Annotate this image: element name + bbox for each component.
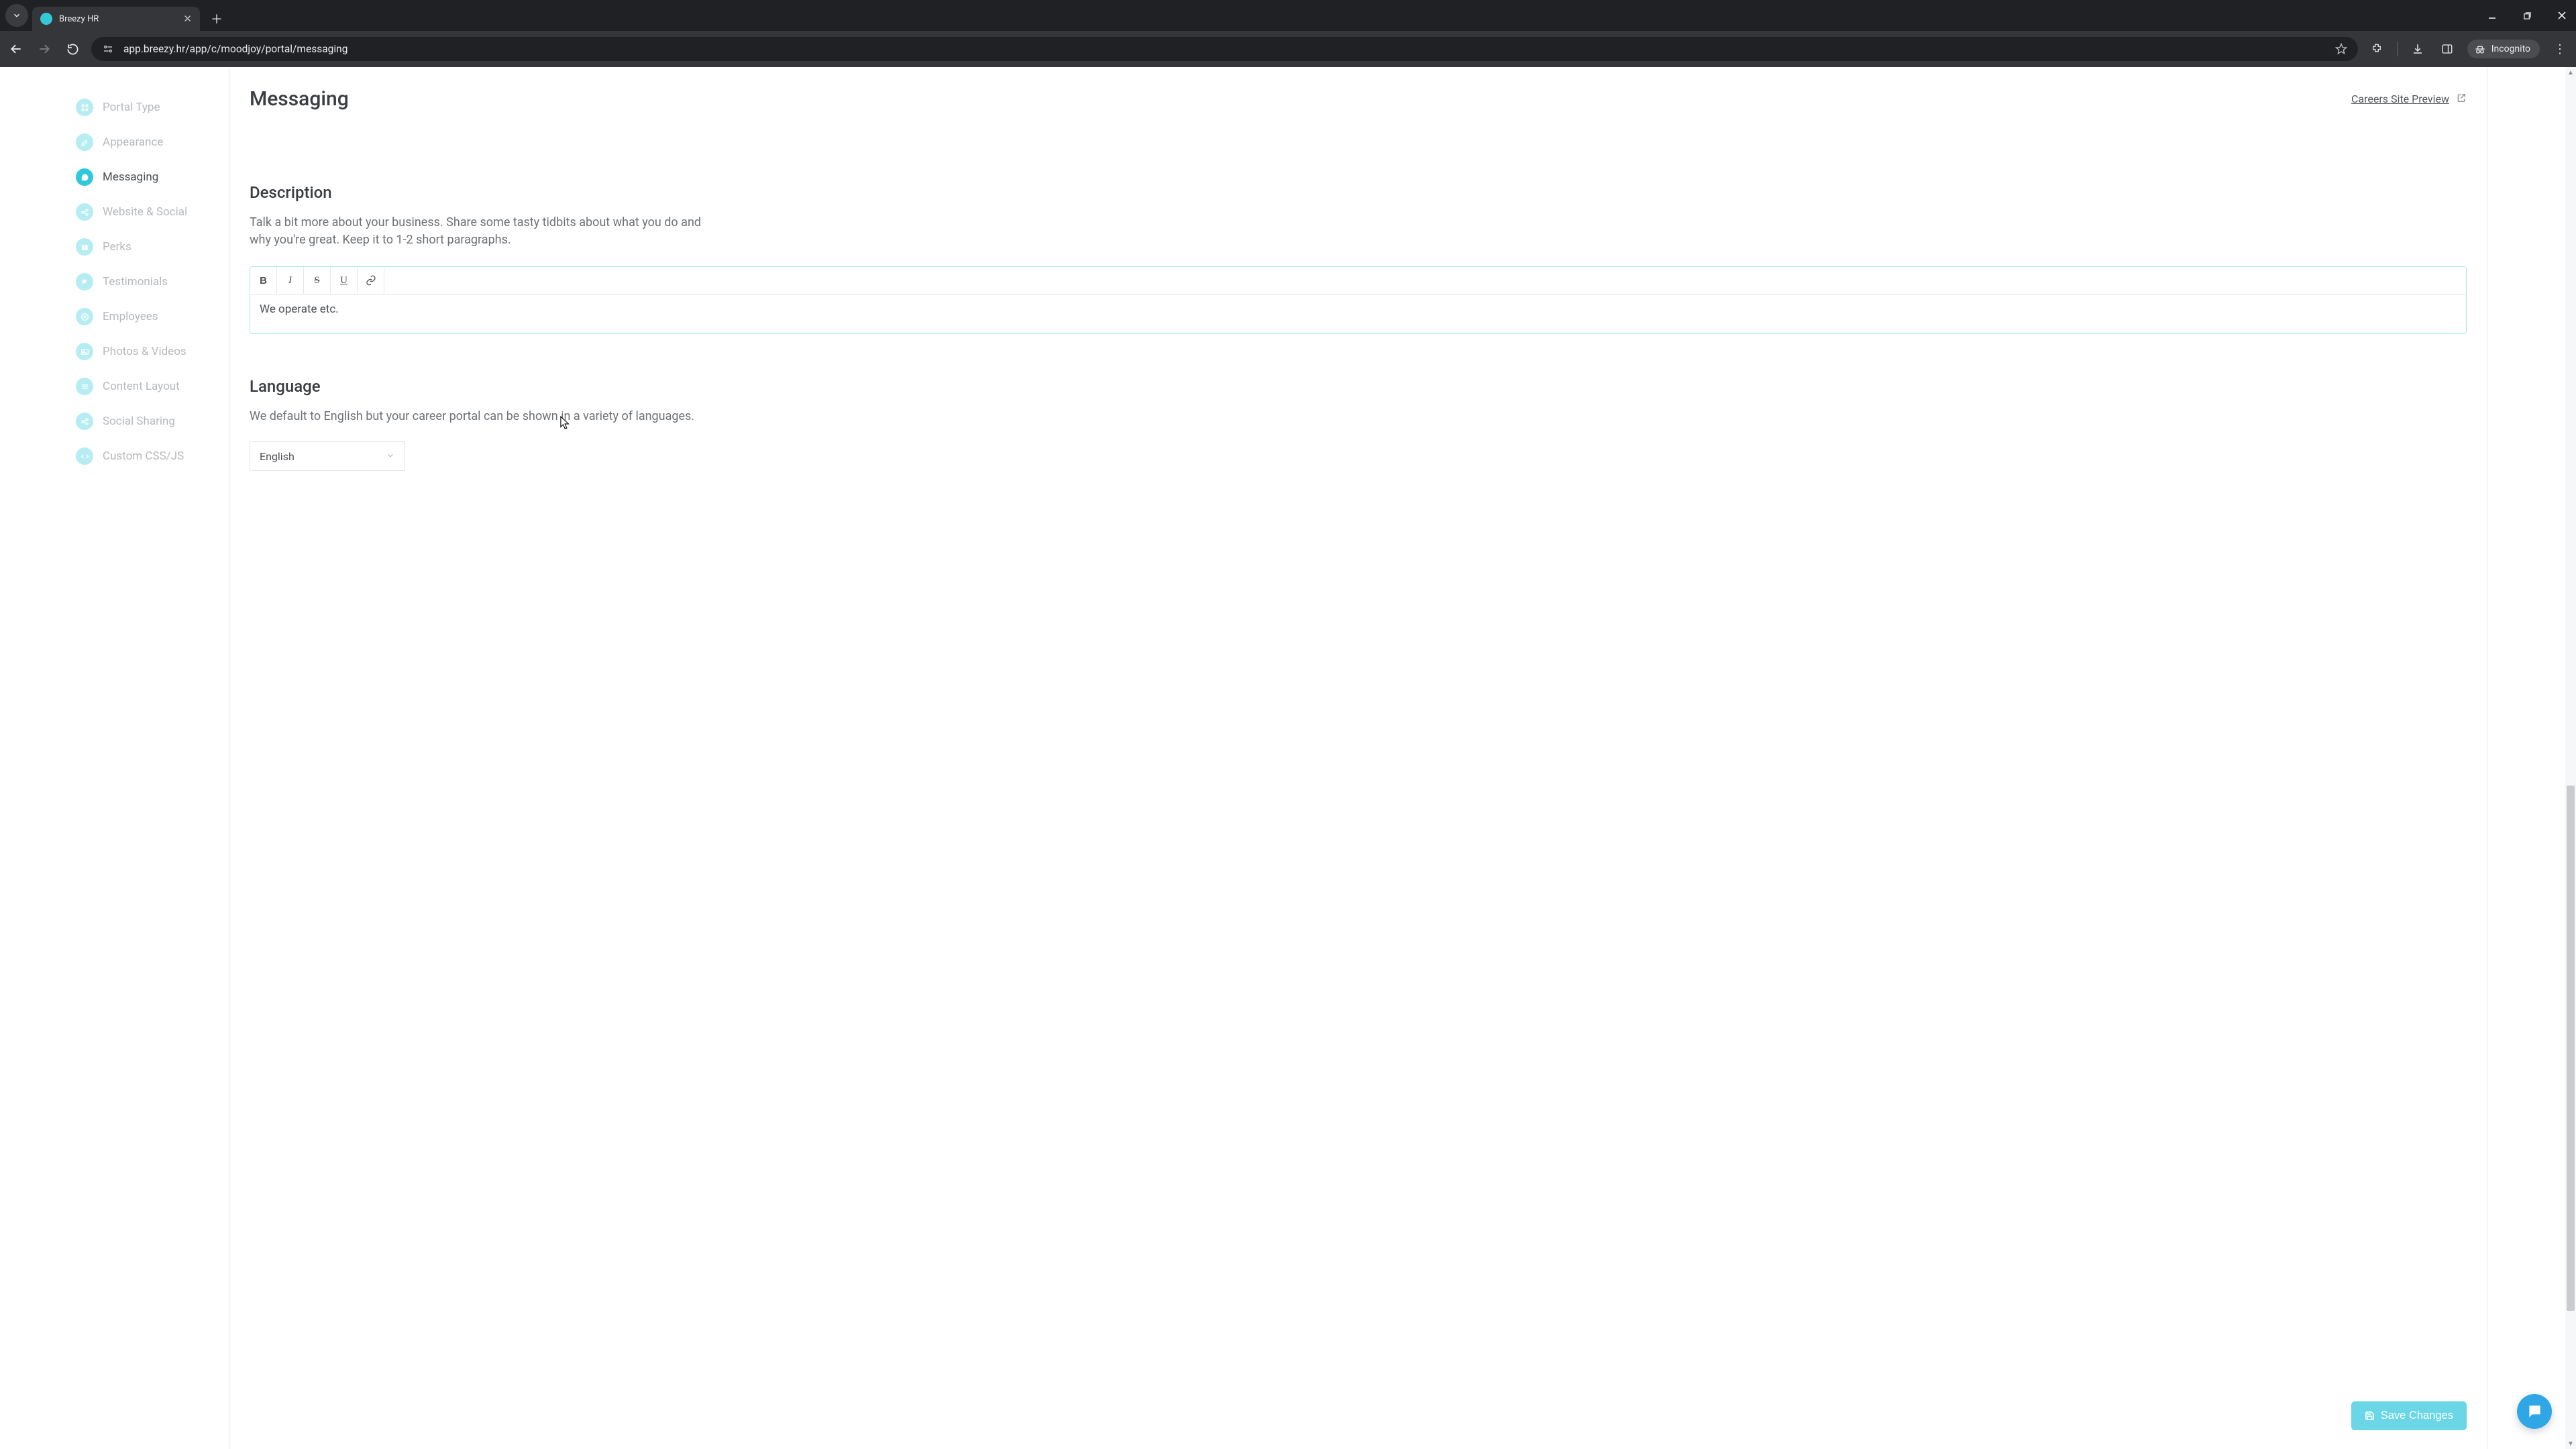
sidebar-item-portal-type[interactable]: Portal Type [76, 90, 229, 125]
sidebar-item-social-sharing[interactable]: Social Sharing [76, 404, 229, 439]
sidebar-item-custom-css-js[interactable]: Custom CSS/JS [76, 439, 229, 474]
toolbar-bold-button[interactable]: B [250, 267, 277, 294]
sidebar-item-appearance[interactable]: Appearance [76, 125, 229, 160]
description-editor: B I S U We operate etc. [250, 266, 2467, 334]
sidebar-item-label: Website & Social [103, 205, 187, 219]
incognito-chip[interactable]: Incognito [2467, 40, 2540, 58]
sidebar-item-perks[interactable]: Perks [76, 229, 229, 264]
tab-title: Breezy HR [59, 14, 99, 24]
portal-type-icon [76, 99, 93, 116]
tab-close-button[interactable]: ✕ [183, 13, 192, 25]
side-panel-icon[interactable] [2438, 40, 2457, 58]
help-chat-fab[interactable] [2517, 1394, 2552, 1429]
url-text: app.breezy.hr/app/c/moodjoy/portal/messa… [123, 43, 347, 55]
sidebar-item-label: Portal Type [103, 101, 160, 114]
sidebar-item-testimonials[interactable]: Testimonials [76, 264, 229, 299]
toolbar-link-button[interactable] [358, 267, 384, 294]
sidebar-item-label: Perks [103, 240, 131, 254]
incognito-label: Incognito [2491, 44, 2530, 54]
language-selected-value: English [260, 450, 294, 463]
description-heading: Description [250, 183, 2467, 202]
toolbar-underline-button[interactable]: U [331, 267, 358, 294]
save-icon [2365, 1411, 2375, 1421]
address-bar[interactable]: app.breezy.hr/app/c/moodjoy/portal/messa… [91, 37, 2358, 61]
external-link-icon [2456, 93, 2467, 106]
description-help-text: Talk a bit more about your business. Sha… [250, 214, 706, 249]
settings-sidebar: Portal Type Appearance Messaging Website… [76, 67, 229, 1449]
chat-icon [2526, 1403, 2543, 1420]
browser-tab[interactable]: Breezy HR ✕ [32, 7, 200, 31]
employees-icon [76, 308, 93, 325]
language-heading: Language [250, 377, 2467, 396]
save-button-label: Save Changes [2381, 1409, 2453, 1422]
description-textarea[interactable]: We operate etc. [250, 294, 2466, 333]
testimonials-icon [76, 273, 93, 290]
window-minimize-button[interactable] [2482, 5, 2502, 25]
scroll-up-arrow[interactable]: ▲ [2565, 67, 2576, 78]
appearance-icon [76, 133, 93, 151]
social-icon [76, 413, 93, 430]
window-maximize-button[interactable] [2517, 5, 2537, 25]
new-tab-button[interactable]: ＋ [207, 9, 227, 29]
perks-icon [76, 238, 93, 256]
language-select[interactable]: English [250, 441, 405, 471]
sidebar-item-photos-videos[interactable]: Photos & Videos [76, 334, 229, 369]
toolbar-separator [2397, 42, 2398, 56]
sidebar-item-label: Testimonials [103, 275, 168, 288]
photos-icon [76, 343, 93, 360]
editor-toolbar: B I S U [250, 267, 2466, 294]
page-title: Messaging [250, 87, 349, 111]
nav-back-button[interactable] [7, 40, 25, 58]
sidebar-item-website-social[interactable]: Website & Social [76, 195, 229, 229]
code-icon [76, 447, 93, 465]
sidebar-item-label: Content Layout [103, 380, 180, 393]
window-close-button[interactable] [2552, 5, 2572, 25]
bookmark-star-icon[interactable] [2334, 42, 2349, 56]
toolbar-strike-button[interactable]: S [304, 267, 331, 294]
careers-site-preview-link[interactable]: Careers Site Preview [2351, 93, 2467, 106]
sidebar-item-content-layout[interactable]: Content Layout [76, 369, 229, 404]
chevron-down-icon [386, 450, 395, 463]
sidebar-item-messaging[interactable]: Messaging [76, 160, 229, 195]
link-icon [366, 275, 376, 286]
tab-search-button[interactable] [5, 4, 28, 27]
messaging-icon [76, 168, 93, 186]
save-changes-button[interactable]: Save Changes [2351, 1401, 2467, 1430]
browser-toolbar: app.breezy.hr/app/c/moodjoy/portal/messa… [0, 31, 2576, 67]
share-icon [76, 203, 93, 221]
scroll-down-arrow[interactable]: ▼ [2565, 1438, 2576, 1449]
sidebar-item-label: Messaging [103, 170, 158, 184]
main-panel: Messaging Careers Site Preview Descripti… [229, 67, 2487, 1449]
page-scrollbar[interactable]: ▲ ▼ [2565, 67, 2576, 1449]
sidebar-item-label: Custom CSS/JS [103, 449, 184, 463]
browser-tabbar: Breezy HR ✕ ＋ [0, 0, 2576, 31]
description-section: Description Talk a bit more about your b… [250, 183, 2467, 334]
sidebar-item-employees[interactable]: Employees [76, 299, 229, 334]
extensions-icon[interactable] [2367, 40, 2386, 58]
language-help-text: We default to English but your career po… [250, 408, 706, 425]
preview-link-label: Careers Site Preview [2351, 93, 2449, 105]
layout-icon [76, 378, 93, 395]
site-controls-icon[interactable] [101, 42, 115, 56]
downloads-icon[interactable] [2408, 40, 2427, 58]
language-section: Language We default to English but your … [250, 377, 2467, 471]
scroll-thumb[interactable] [2567, 786, 2575, 1311]
page-viewport: Portal Type Appearance Messaging Website… [0, 67, 2576, 1449]
toolbar-italic-button[interactable]: I [277, 267, 304, 294]
sidebar-item-label: Social Sharing [103, 415, 175, 428]
nav-forward-button[interactable] [35, 40, 54, 58]
nav-reload-button[interactable] [63, 40, 82, 58]
browser-menu-button[interactable]: ⋮ [2551, 40, 2569, 58]
tab-favicon [40, 13, 52, 25]
window-controls [2482, 0, 2572, 31]
incognito-icon [2474, 43, 2486, 55]
sidebar-item-label: Employees [103, 310, 158, 323]
sidebar-item-label: Appearance [103, 136, 163, 149]
sidebar-item-label: Photos & Videos [103, 345, 186, 358]
